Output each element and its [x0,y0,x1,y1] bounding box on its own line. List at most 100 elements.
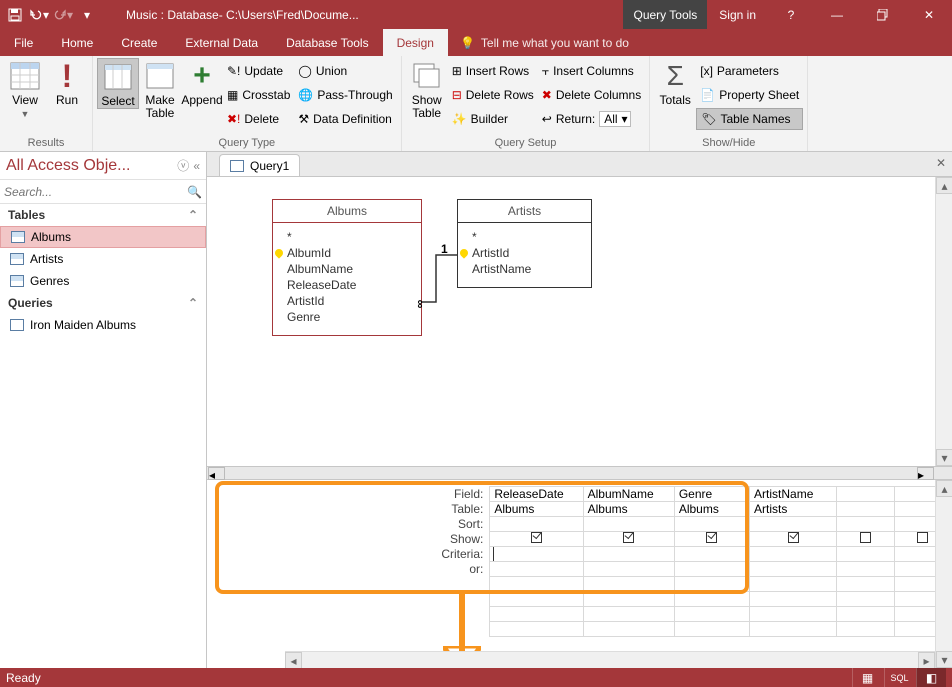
grid-cell[interactable] [490,577,583,592]
scroll-right-icon[interactable]: ▸ [917,467,934,480]
field-artistname[interactable]: ArtistName [472,261,581,277]
field-releasedate[interactable]: ReleaseDate [287,277,411,293]
sign-in-link[interactable]: Sign in [707,8,768,22]
grid-cell[interactable] [837,607,894,622]
union-button[interactable]: ◯Union [294,60,396,82]
view-sql-icon[interactable]: SQL [884,668,914,687]
scroll-down-icon[interactable]: ▾ [936,449,952,466]
tab-database-tools[interactable]: Database Tools [272,29,383,56]
field-albumname[interactable]: AlbumName [287,261,411,277]
close-document-icon[interactable]: ✕ [936,156,946,170]
insert-columns-button[interactable]: ⫟Insert Columns [538,60,645,82]
search-icon[interactable]: 🔍 [187,185,202,199]
grid-cell-show[interactable] [837,532,894,547]
relationship-line[interactable] [422,247,458,317]
field-star[interactable]: * [472,229,581,245]
view-button[interactable]: View ▼ [4,58,46,119]
table-box-artists[interactable]: Artists * ArtistId ArtistName [457,199,592,288]
grid-cell[interactable] [837,547,894,562]
select-query-button[interactable]: Select [97,58,139,109]
grid-cell[interactable] [750,577,837,592]
totals-button[interactable]: Σ Totals [654,58,696,107]
nav-title[interactable]: All Access Obje... [6,157,177,175]
scroll-left-icon[interactable]: ◂ [208,467,225,480]
minimize-icon[interactable]: — [814,0,860,29]
run-button[interactable]: ! Run [46,58,88,107]
grid-cell[interactable] [837,577,894,592]
grid-cell[interactable] [750,592,837,607]
field-albumid[interactable]: AlbumId [287,245,411,261]
close-icon[interactable]: ✕ [906,0,952,29]
scroll-up-icon[interactable]: ▴ [936,177,952,194]
scroll-down-icon[interactable]: ▾ [936,651,952,668]
restore-icon[interactable] [860,0,906,29]
grid-cell[interactable]: Genre [674,487,749,502]
nav-dropdown-icon[interactable]: ⓥ [177,157,189,174]
grid-cell[interactable] [490,622,583,637]
delete-rows-button[interactable]: ⊟Delete Rows [448,84,538,106]
view-datasheet-icon[interactable]: ▦ [852,668,882,687]
nav-item-albums[interactable]: Albums [0,226,206,248]
grid-cell[interactable]: Albums [583,502,674,517]
tab-home[interactable]: Home [47,29,107,56]
grid-cell[interactable] [750,607,837,622]
make-table-button[interactable]: Make Table [139,58,181,120]
grid-cell[interactable] [837,487,894,502]
checkbox-icon[interactable] [860,532,871,543]
scroll-up-icon[interactable]: ▴ [936,480,952,497]
grid-cell[interactable] [750,562,837,577]
table-names-button[interactable]: 🏷Table Names [696,108,803,130]
grid-cell[interactable] [674,592,749,607]
grid-cell[interactable] [583,562,674,577]
grid-cell[interactable] [490,607,583,622]
tab-design[interactable]: Design [383,29,448,56]
grid-cell[interactable] [583,607,674,622]
grid-cell[interactable] [837,562,894,577]
table-box-albums[interactable]: Albums * AlbumId AlbumName ReleaseDate A… [272,199,422,336]
nav-collapse-icon[interactable]: « [193,159,200,173]
scroll-left-icon[interactable]: ◂ [285,652,302,668]
grid-cell[interactable] [837,622,894,637]
field-star[interactable]: * [287,229,411,245]
grid-cell[interactable]: Albums [490,502,583,517]
passthrough-button[interactable]: 🌐Pass-Through [294,84,396,106]
search-input[interactable] [4,185,187,199]
grid-cell[interactable] [837,502,894,517]
grid-cell[interactable]: Albums [674,502,749,517]
grid-cell[interactable] [837,592,894,607]
grid-cell[interactable] [837,517,894,532]
nav-group-tables[interactable]: Tables⌃ [0,204,206,226]
checkbox-icon[interactable] [623,532,634,543]
qat-customize-icon[interactable]: ▾ [76,4,98,26]
grid-cell[interactable] [674,562,749,577]
pane-splitter[interactable]: ◂ ▸ [207,466,952,480]
grid-cell-show[interactable] [750,532,837,547]
grid-cell-show[interactable] [490,532,583,547]
field-genre[interactable]: Genre [287,309,411,325]
checkbox-icon[interactable] [917,532,928,543]
checkbox-icon[interactable] [531,532,542,543]
delete-query-button[interactable]: ✖!Delete [223,108,294,130]
grid-cell[interactable] [750,547,837,562]
grid-cell[interactable]: ReleaseDate [490,487,583,502]
grid-cell[interactable]: Artists [750,502,837,517]
document-tab-query1[interactable]: Query1 [219,154,300,176]
grid-cell[interactable] [674,622,749,637]
grid-cell[interactable] [583,622,674,637]
grid-cell[interactable] [490,547,583,562]
vertical-scrollbar[interactable]: ▴▾ [935,177,952,466]
save-icon[interactable] [4,4,26,26]
builder-button[interactable]: ✨Builder [448,108,538,130]
nav-item-iron-maiden[interactable]: Iron Maiden Albums [0,314,206,336]
crosstab-button[interactable]: ▦Crosstab [223,84,294,106]
vertical-scrollbar[interactable]: ▴▾ [935,480,952,668]
grid-cell[interactable]: AlbumName [583,487,674,502]
data-definition-button[interactable]: ⚒Data Definition [294,108,396,130]
parameters-button[interactable]: [x]Parameters [696,60,803,82]
grid-cell[interactable] [674,577,749,592]
return-dropdown[interactable]: ↩Return: All▾ [538,108,645,130]
tab-file[interactable]: File [0,29,47,56]
property-sheet-button[interactable]: 📄Property Sheet [696,84,803,106]
insert-rows-button[interactable]: ⊞Insert Rows [448,60,538,82]
nav-group-queries[interactable]: Queries⌃ [0,292,206,314]
